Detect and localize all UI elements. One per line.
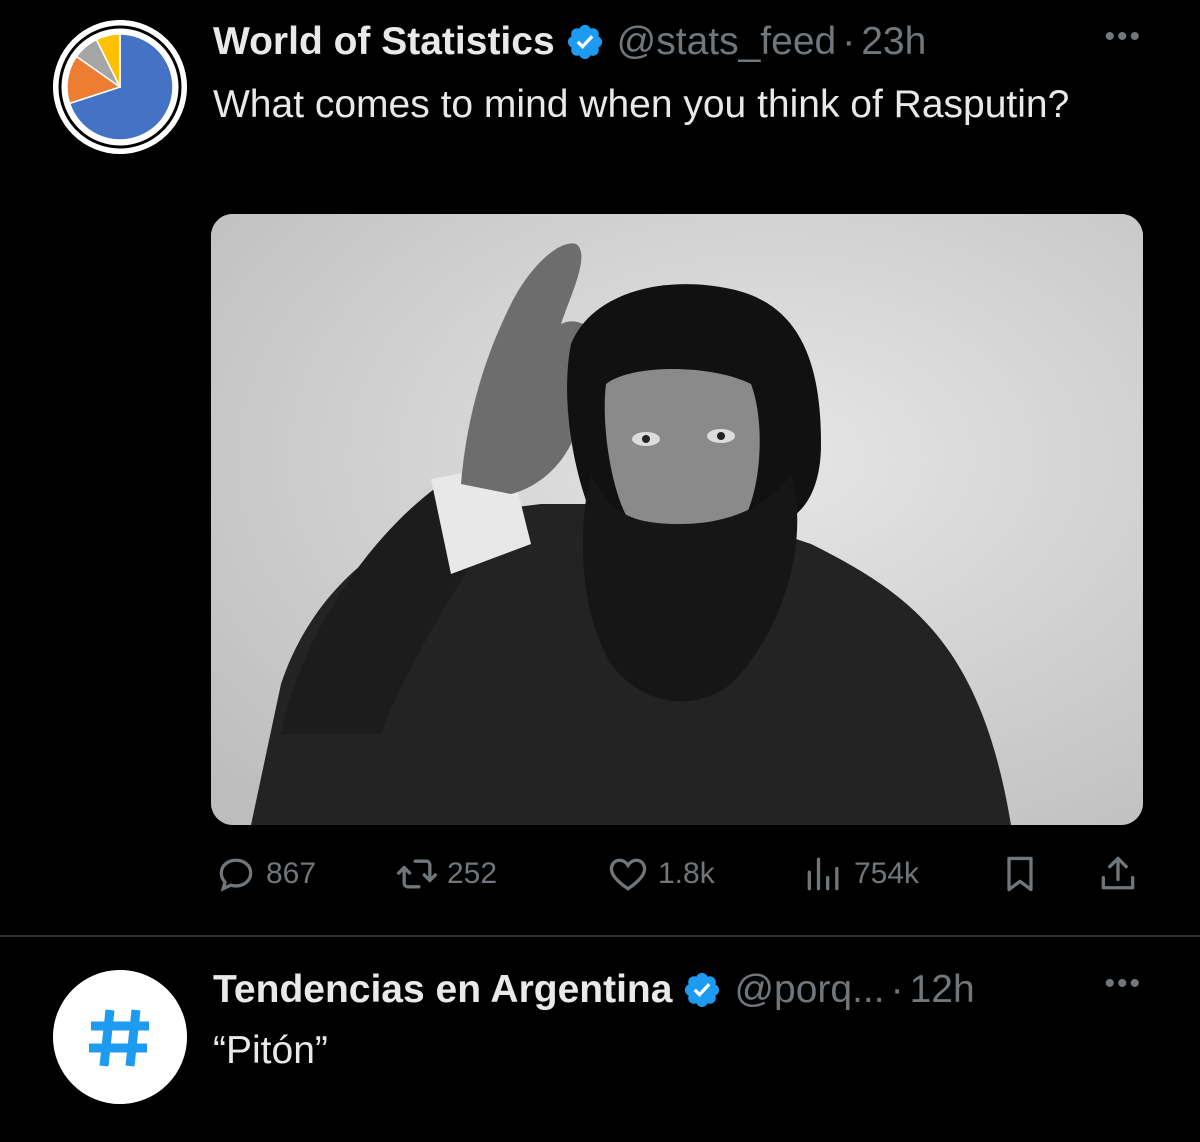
- tweet-tendencias-argentina[interactable]: Tendencias en Argentina @porq... · 12h •…: [0, 937, 1200, 1142]
- bookmark-button[interactable]: [998, 848, 1042, 900]
- retweet-count: 252: [447, 857, 498, 890]
- more-options-icon[interactable]: •••: [1104, 967, 1142, 1001]
- like-count: 1.8k: [658, 857, 715, 890]
- bookmark-icon: [1007, 856, 1033, 892]
- retweet-icon: [397, 859, 437, 889]
- verified-badge-icon: [565, 22, 605, 62]
- author-handle[interactable]: @porq...: [734, 968, 884, 1012]
- heart-icon: [609, 858, 647, 891]
- separator-dot: ·: [842, 20, 856, 63]
- retweet-button[interactable]: 252: [395, 848, 497, 900]
- tweet-media-photo[interactable]: [211, 214, 1143, 825]
- views-button[interactable]: 754k: [802, 848, 919, 900]
- views-icon: [807, 857, 839, 891]
- author-name[interactable]: Tendencias en Argentina: [213, 968, 672, 1012]
- more-options-icon[interactable]: •••: [1104, 20, 1142, 54]
- rasputin-photo: [211, 214, 1143, 825]
- avatar-pie-chart[interactable]: [53, 20, 187, 154]
- like-button[interactable]: 1.8k: [606, 848, 715, 900]
- tweet-actions: 867 252 1.8k 754k: [0, 848, 1200, 900]
- hashtag-icon: [53, 970, 187, 1104]
- tweet-text: What comes to mind when you think of Ras…: [213, 83, 1070, 126]
- tweet-world-of-statistics[interactable]: World of Statistics @stats_feed · 23h ••…: [0, 0, 1200, 936]
- views-count: 754k: [854, 857, 920, 890]
- share-icon: [1101, 856, 1135, 890]
- reply-button[interactable]: 867: [214, 848, 316, 900]
- reply-count: 867: [266, 857, 317, 890]
- share-button[interactable]: [1096, 848, 1140, 900]
- tweet-timestamp[interactable]: 12h: [910, 968, 975, 1012]
- tweet-text: “Pitón”: [213, 1029, 328, 1072]
- avatar-hashtag[interactable]: [53, 970, 187, 1104]
- author-handle[interactable]: @stats_feed: [617, 20, 837, 64]
- tweet-timestamp[interactable]: 23h: [861, 20, 926, 64]
- author-name[interactable]: World of Statistics: [213, 20, 555, 64]
- verified-badge-icon: [682, 970, 722, 1010]
- tweet-header: Tendencias en Argentina @porq... · 12h: [213, 960, 975, 1020]
- pie-chart-icon: [53, 20, 187, 154]
- reply-icon: [219, 858, 253, 892]
- separator-dot: ·: [890, 968, 904, 1011]
- tweet-header: World of Statistics @stats_feed · 23h: [213, 12, 926, 72]
